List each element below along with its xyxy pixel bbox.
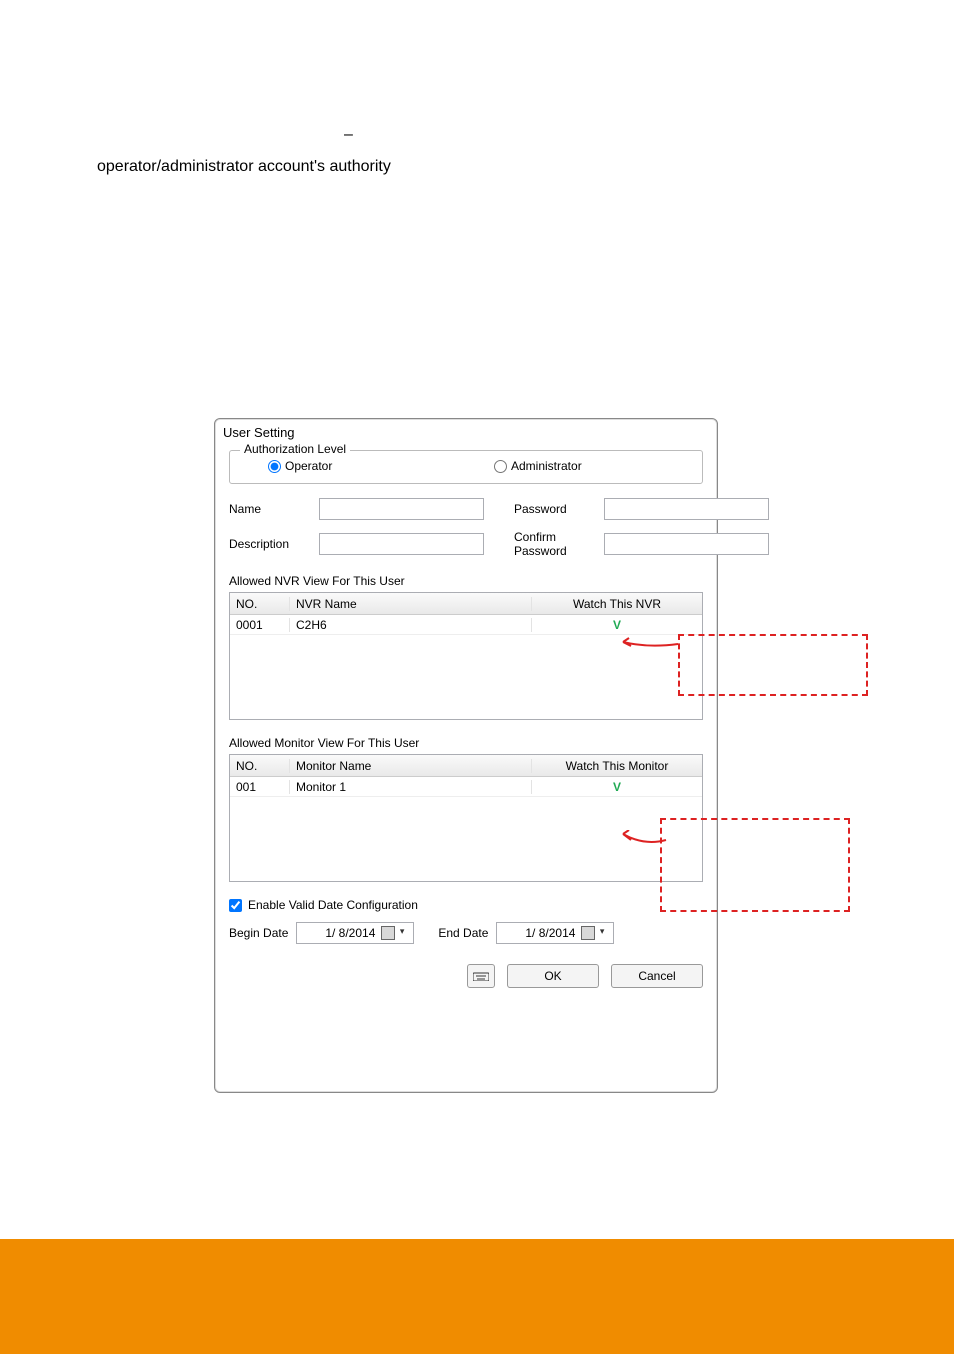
monitor-col-name: Monitor Name — [290, 759, 532, 773]
annotation-arrow — [618, 830, 678, 870]
monitor-cell-name: Monitor 1 — [290, 780, 532, 794]
name-label: Name — [229, 502, 319, 516]
calendar-icon[interactable] — [581, 926, 595, 940]
confirm-password-label: Confirm Password — [514, 530, 604, 558]
cancel-button[interactable]: Cancel — [611, 964, 703, 988]
monitor-col-watch: Watch This Monitor — [532, 759, 702, 773]
description-input[interactable] — [319, 533, 484, 555]
operator-radio-label: Operator — [285, 459, 332, 473]
administrator-radio[interactable]: Administrator — [466, 459, 692, 473]
password-input[interactable] — [604, 498, 769, 520]
nvr-col-no: NO. — [230, 597, 290, 611]
nvr-cell-watch[interactable]: V — [613, 618, 621, 632]
authorization-legend: Authorization Level — [240, 442, 350, 456]
description-label: Description — [229, 537, 319, 551]
annotation-box-nvr — [678, 634, 868, 696]
keyboard-icon — [473, 971, 489, 981]
end-date-picker[interactable]: 1/ 8/2014 — [496, 922, 614, 944]
keyboard-icon-button[interactable] — [467, 964, 495, 988]
enable-valid-date-label: Enable Valid Date Configuration — [248, 898, 418, 912]
allowed-nvr-label: Allowed NVR View For This User — [229, 574, 703, 588]
monitor-cell-watch[interactable]: V — [613, 780, 621, 794]
end-date-label: End Date — [438, 926, 488, 940]
nvr-col-watch: Watch This NVR — [532, 597, 702, 611]
annotation-arrow — [618, 636, 698, 676]
ok-button[interactable]: OK — [507, 964, 599, 988]
begin-date-picker[interactable]: 1/ 8/2014 — [296, 922, 414, 944]
operator-radio[interactable]: Operator — [240, 459, 466, 473]
nvr-table-row[interactable]: 0001 C2H6 V — [230, 615, 702, 635]
doc-heading-text: operator/administrator account's authori… — [97, 158, 391, 176]
name-input[interactable] — [319, 498, 484, 520]
password-label: Password — [514, 502, 604, 516]
allowed-monitor-label: Allowed Monitor View For This User — [229, 736, 703, 750]
monitor-cell-no: 001 — [230, 780, 290, 794]
confirm-password-input[interactable] — [604, 533, 769, 555]
administrator-radio-input[interactable] — [494, 460, 507, 473]
begin-date-label: Begin Date — [229, 926, 288, 940]
begin-date-value: 1/ 8/2014 — [301, 926, 375, 940]
administrator-radio-label: Administrator — [511, 459, 582, 473]
user-setting-dialog: User Setting Authorization Level Operato… — [214, 418, 718, 1093]
calendar-icon[interactable] — [381, 926, 395, 940]
annotation-box-monitor — [660, 818, 850, 912]
end-date-value: 1/ 8/2014 — [501, 926, 575, 940]
nvr-cell-name: C2H6 — [290, 618, 532, 632]
monitor-col-no: NO. — [230, 759, 290, 773]
doc-heading-dash: – — [344, 126, 353, 144]
page-footer-bar — [0, 1239, 954, 1354]
nvr-cell-no: 0001 — [230, 618, 290, 632]
authorization-group: Authorization Level Operator Administrat… — [229, 450, 703, 484]
monitor-table-row[interactable]: 001 Monitor 1 V — [230, 777, 702, 797]
enable-valid-date-checkbox[interactable] — [229, 899, 242, 912]
operator-radio-input[interactable] — [268, 460, 281, 473]
nvr-col-name: NVR Name — [290, 597, 532, 611]
